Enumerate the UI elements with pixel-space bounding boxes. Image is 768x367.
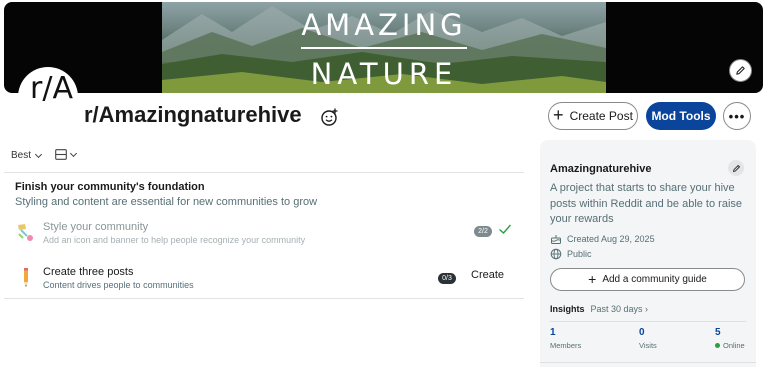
- edit-banner-button[interactable]: [729, 59, 752, 82]
- stat-value: 0: [639, 327, 645, 338]
- chevron-down-icon: [69, 149, 78, 157]
- task-title: Create three posts: [43, 266, 134, 278]
- task-description: Content drives people to communities: [43, 280, 194, 290]
- insights-header[interactable]: Insights Past 30 days ›: [550, 304, 648, 314]
- stat-members: 1 Members: [550, 327, 581, 350]
- insights-label: Insights: [550, 304, 585, 314]
- divider: [4, 172, 524, 173]
- plus-icon: +: [553, 105, 564, 125]
- add-community-guide-button[interactable]: + Add a community guide: [550, 268, 745, 291]
- visibility-text: Public: [567, 249, 592, 259]
- divider: [540, 362, 756, 363]
- sort-label: Best: [11, 150, 32, 161]
- pencil-icon: [736, 66, 745, 75]
- create-post-label: Create Post: [569, 109, 633, 123]
- foundation-title: Finish your community's foundation: [15, 181, 205, 193]
- create-button[interactable]: Create: [471, 269, 504, 281]
- plus-icon: +: [588, 270, 597, 287]
- card-view-icon: [55, 149, 67, 160]
- insights-period: Past 30 days ›: [590, 304, 649, 314]
- create-post-button[interactable]: + Create Post: [548, 102, 638, 130]
- banner-title-line-1: AMAZING: [301, 8, 467, 42]
- chevron-down-icon: [34, 150, 43, 158]
- page-title: r/Amazingnaturehive: [84, 102, 302, 127]
- progress-badge: 2/2: [474, 226, 492, 237]
- stat-label: Members: [550, 341, 582, 350]
- divider: [4, 298, 524, 299]
- banner-divider: [301, 47, 467, 49]
- mod-tools-button[interactable]: Mod Tools: [646, 102, 716, 130]
- view-dropdown[interactable]: [55, 149, 78, 160]
- paint-icon: [18, 224, 33, 241]
- edit-description-button[interactable]: [728, 160, 744, 176]
- banner-image: AMAZING NATURE: [162, 2, 606, 93]
- community-sidebar: Amazingnaturehive A project that starts …: [540, 140, 756, 367]
- stat-label: Visits: [639, 341, 657, 350]
- globe-icon: [550, 248, 562, 260]
- cake-icon: [551, 235, 561, 244]
- stat-value: 1: [550, 327, 556, 338]
- online-dot-icon: [715, 343, 720, 348]
- community-avatar[interactable]: r/A: [18, 67, 78, 127]
- visibility: Public: [550, 248, 592, 260]
- stat-visits: 0 Visits: [639, 327, 657, 350]
- created-date: Created Aug 29, 2025: [550, 233, 655, 245]
- sidebar-description: A project that starts to share your hive…: [550, 182, 743, 225]
- guide-label: Add a community guide: [602, 274, 707, 285]
- progress-badge: 0/3: [438, 273, 456, 284]
- task-description: Add an icon and banner to help people re…: [43, 235, 306, 245]
- stat-online: 5 Online: [715, 327, 745, 350]
- pencil-icon: [24, 268, 28, 287]
- ellipsis-icon: •••: [728, 108, 746, 124]
- sort-dropdown[interactable]: Best: [11, 150, 43, 161]
- stat-value: 5: [715, 327, 721, 338]
- checkmark-icon: [499, 224, 512, 234]
- community-banner: AMAZING NATURE: [4, 2, 763, 93]
- task-title: Style your community: [43, 221, 149, 233]
- pencil-icon: [732, 164, 740, 172]
- avatar-text: r/A: [30, 71, 73, 106]
- foundation-subtitle: Styling and content are essential for ne…: [15, 196, 318, 208]
- banner-title-line-2: NATURE: [310, 57, 458, 91]
- add-emoji-icon[interactable]: [320, 107, 340, 127]
- divider: [550, 321, 746, 322]
- more-options-button[interactable]: •••: [723, 102, 751, 130]
- created-text: Created Aug 29, 2025: [567, 234, 655, 244]
- sidebar-community-name: Amazingnaturehive: [550, 163, 652, 175]
- stat-label: Online: [715, 341, 745, 350]
